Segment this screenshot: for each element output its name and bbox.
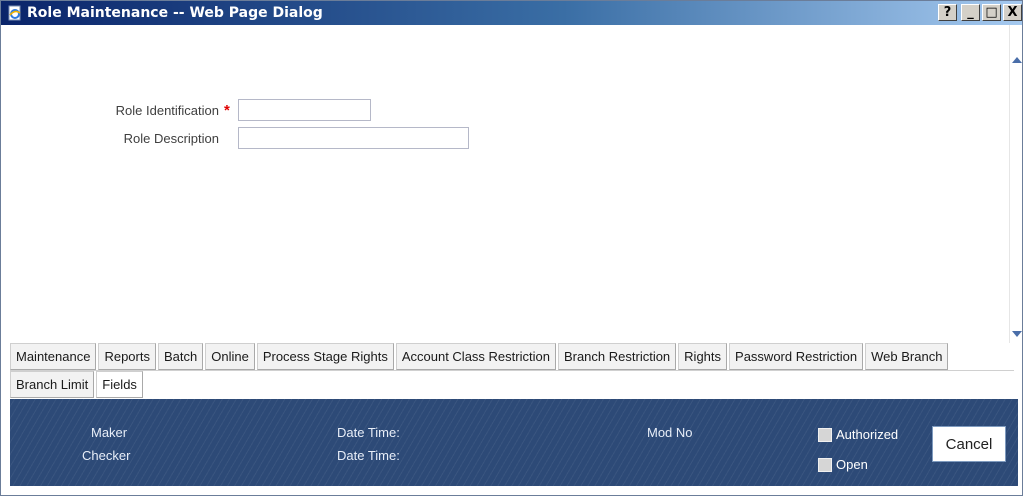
tab-batch[interactable]: Batch	[157, 343, 204, 370]
required-marker: *	[224, 101, 230, 119]
checker-datetime-label: Date Time:	[337, 448, 400, 463]
window-controls: ? _ □ X	[938, 4, 1022, 21]
tab-web-branch[interactable]: Web Branch	[865, 343, 949, 370]
tab-account-class-restriction[interactable]: Account Class Restriction	[395, 343, 556, 370]
window-title: Role Maintenance -- Web Page Dialog	[27, 5, 323, 21]
role-identification-label: Role Identification	[115, 102, 219, 118]
tab-row-2: Branch Limit Fields	[10, 371, 1014, 398]
tab-process-stage-rights[interactable]: Process Stage Rights	[256, 343, 394, 370]
tab-row-1: Maintenance Reports Batch Online Process Sta…	[10, 343, 1014, 370]
tab-online[interactable]: Online	[205, 343, 255, 370]
cancel-button[interactable]: Cancel	[932, 426, 1006, 462]
mod-no-label: Mod No	[647, 425, 693, 440]
tab-maintenance[interactable]: Maintenance	[10, 343, 97, 370]
role-identification-input[interactable]	[238, 99, 371, 121]
tab-rights[interactable]: Rights	[678, 343, 728, 370]
minimize-button[interactable]: _	[961, 4, 980, 21]
authorized-checkbox[interactable]: Authorized	[818, 427, 898, 442]
tab-reports[interactable]: Reports	[98, 343, 156, 370]
maximize-button[interactable]: □	[982, 4, 1001, 21]
tab-fields[interactable]: Fields	[96, 371, 143, 398]
scroll-up-icon[interactable]	[1012, 57, 1022, 63]
form-area: Role Identification * Role Description	[1, 25, 1011, 343]
vertical-scrollbar[interactable]	[1009, 25, 1022, 343]
role-description-input[interactable]	[238, 127, 469, 149]
tab-bar: Maintenance Reports Batch Online Process Sta…	[10, 343, 1014, 398]
audit-footer: Maker Checker Date Time: Date Time: Mod …	[10, 399, 1018, 486]
tab-branch-restriction[interactable]: Branch Restriction	[557, 343, 677, 370]
dialog-window: Role Maintenance -- Web Page Dialog ? _ …	[0, 0, 1023, 496]
maker-datetime-label: Date Time:	[337, 425, 400, 440]
checkbox-icon[interactable]	[818, 457, 832, 472]
tab-password-restriction[interactable]: Password Restriction	[729, 343, 864, 370]
ie-page-icon	[7, 5, 23, 21]
help-button[interactable]: ?	[938, 4, 957, 21]
open-label: Open	[836, 457, 868, 472]
open-checkbox[interactable]: Open	[818, 457, 868, 472]
tab-divider	[10, 370, 1014, 371]
authorized-label: Authorized	[836, 427, 899, 442]
checker-label: Checker	[82, 448, 131, 463]
maker-label: Maker	[91, 425, 128, 440]
close-button[interactable]: X	[1003, 4, 1022, 21]
role-description-label: Role Description	[123, 130, 219, 146]
scroll-down-icon[interactable]	[1012, 331, 1022, 337]
tab-branch-limit[interactable]: Branch Limit	[10, 371, 95, 398]
title-bar[interactable]: Role Maintenance -- Web Page Dialog ? _ …	[1, 1, 1022, 25]
role-identification-row: Role Identification *	[1, 99, 371, 121]
role-description-row: Role Description	[1, 127, 469, 149]
checkbox-icon[interactable]	[818, 427, 832, 442]
